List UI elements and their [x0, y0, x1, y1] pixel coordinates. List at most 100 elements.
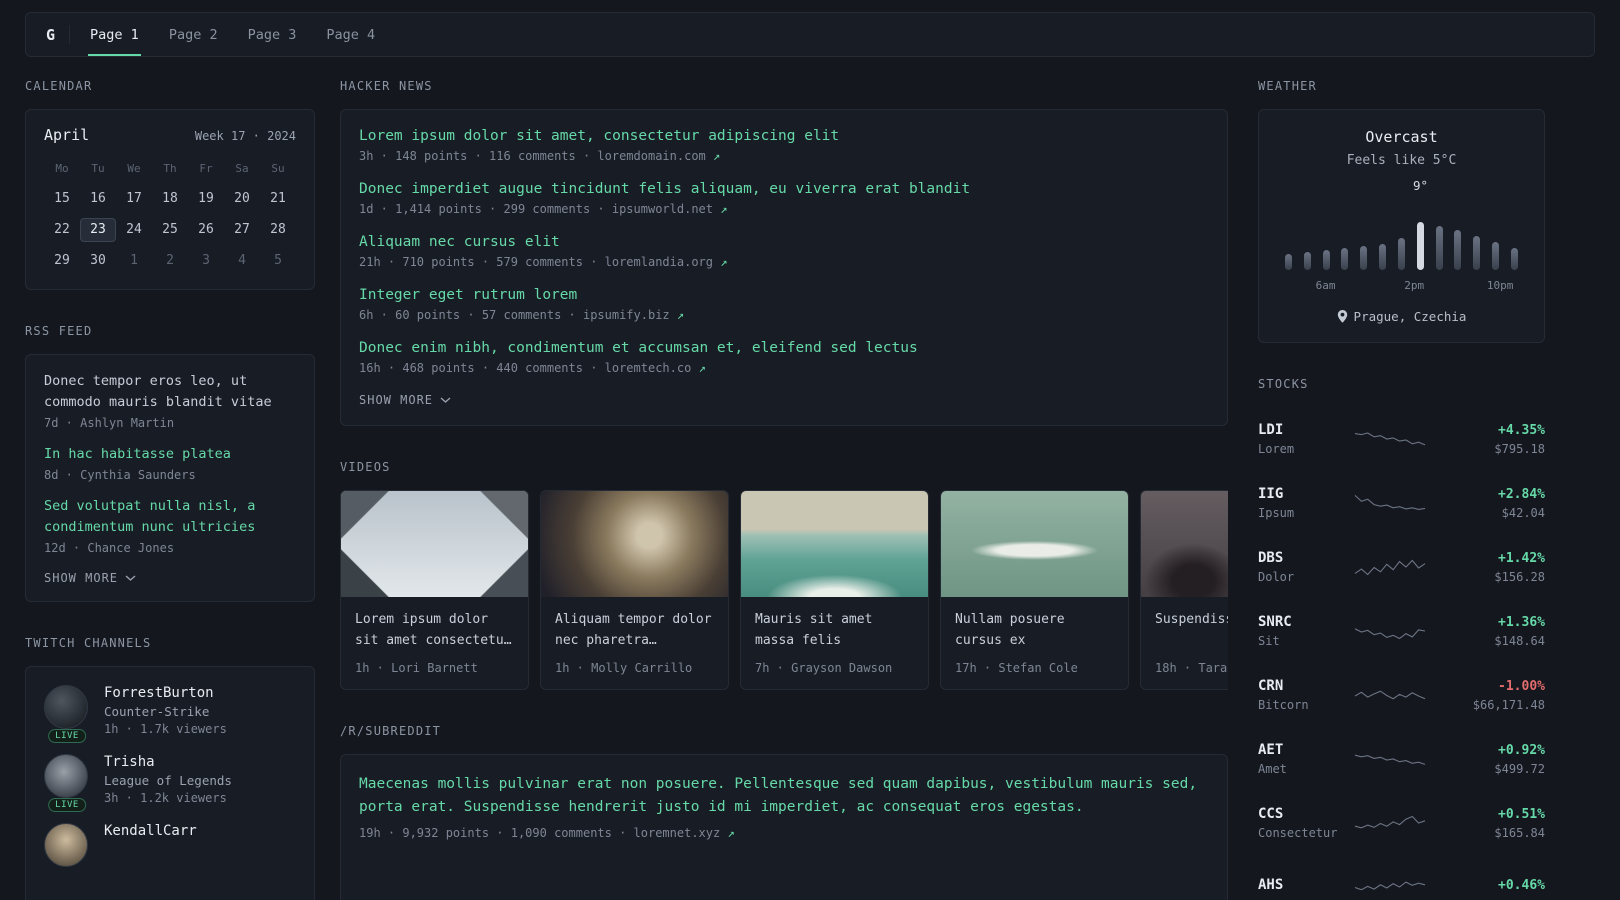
rss-item-meta: 7d · Ashlyn Martin — [44, 416, 175, 430]
stock-price: $42.04 — [1501, 505, 1545, 520]
video-body: Nullam posuere cursus ex 17h · Stefan Co… — [941, 597, 1128, 689]
calendar-day: 15 — [54, 191, 70, 206]
subreddit-post-link[interactable]: Maecenas mollis pulvinar erat non posuer… — [359, 773, 1209, 819]
stock-row[interactable]: AET Amet +0.92% $499.72 — [1258, 735, 1545, 783]
header-divider — [69, 25, 71, 44]
live-badge: LIVE — [48, 729, 86, 743]
video-body: Mauris sit amet massa felis 7h · Grayson… — [741, 597, 928, 689]
stock-sparkline — [1354, 881, 1426, 891]
weather-feels-like: Feels like 5°C — [1346, 153, 1457, 168]
weather-widget: WEATHER Overcast Feels like 5°C 9° 6am 2… — [1258, 79, 1545, 343]
stock-row[interactable]: CCS Consectetur +0.51% $165.84 — [1258, 799, 1545, 847]
video-thumbnail — [941, 491, 1128, 597]
stock-row[interactable]: AHS +0.46% — [1258, 863, 1545, 900]
hn-item-meta: 3h · 148 points · 116 comments · loremdo… — [359, 149, 721, 163]
hn-item-link[interactable]: Integer eget rutrum lorem — [359, 287, 1209, 303]
calendar-day: 19 — [198, 191, 214, 206]
middle-column: HACKER NEWS Lorem ipsum dolor sit amet, … — [340, 79, 1228, 900]
tab-page-3[interactable]: Page 3 — [246, 13, 299, 56]
external-link-icon[interactable]: ↗ — [713, 149, 720, 163]
tab-page-4[interactable]: Page 4 — [324, 13, 377, 56]
stock-ticker: LDI — [1258, 422, 1284, 438]
video-card[interactable]: Mauris sit amet massa felis 7h · Grayson… — [740, 490, 929, 690]
weather-section-title: WEATHER — [1258, 79, 1317, 93]
channel-info: ForrestBurton Counter-Strike 1h · 1.7k v… — [104, 685, 227, 736]
calendar-week-year: Week 17 · 2024 — [194, 129, 296, 143]
hn-item-link[interactable]: Lorem ipsum dolor sit amet, consectetur … — [359, 128, 1209, 144]
stock-row[interactable]: DBS Dolor +1.42% $156.28 — [1258, 543, 1545, 591]
stock-name: Lorem — [1258, 442, 1295, 456]
video-meta: 17h · Stefan Cole — [955, 661, 1078, 675]
app-logo[interactable]: G — [46, 13, 55, 56]
twitch-channel[interactable]: LIVE ForrestBurton Counter-Strike 1h · 1… — [44, 685, 296, 743]
hn-show-more-button[interactable]: SHOW MORE — [359, 393, 1209, 407]
video-card[interactable]: Nullam posuere cursus ex 17h · Stefan Co… — [940, 490, 1129, 690]
calendar-day: 18 — [162, 191, 178, 206]
channel-name: KendallCarr — [104, 823, 197, 839]
twitch-channel[interactable]: KendallCarr — [44, 823, 296, 867]
stock-row[interactable]: SNRC Sit +1.36% $148.64 — [1258, 607, 1545, 655]
show-more-label: SHOW MORE — [44, 571, 119, 585]
calendar-widget: CALENDAR April Week 17 · 2024 Mo Tu We T… — [25, 79, 315, 290]
stock-price: $795.18 — [1494, 441, 1545, 456]
external-link-icon[interactable]: ↗ — [720, 255, 727, 269]
stock-name: Ipsum — [1258, 506, 1295, 520]
video-thumbnail — [341, 491, 528, 597]
calendar-day: 28 — [270, 222, 286, 237]
stock-change: +0.51% — [1498, 806, 1545, 822]
rss-item-link[interactable]: Sed volutpat nulla nisl, a condimentum n… — [44, 496, 296, 538]
stock-sparkline — [1354, 559, 1426, 576]
time-label: 10pm — [1486, 279, 1514, 292]
stock-sparkline — [1354, 628, 1426, 640]
calendar-day-header: Mo — [55, 162, 69, 175]
tab-page-2[interactable]: Page 2 — [167, 13, 220, 56]
avatar — [44, 823, 88, 867]
hn-item-link[interactable]: Donec imperdiet augue tincidunt felis al… — [359, 181, 1209, 197]
stock-sparkline — [1354, 815, 1426, 829]
stock-row[interactable]: LDI Lorem +4.35% $795.18 — [1258, 415, 1545, 463]
stock-sparkline — [1354, 690, 1426, 700]
video-body: Aliquam tempor dolor nec pharetra… 1h · … — [541, 597, 728, 689]
external-link-icon[interactable]: ↗ — [727, 826, 734, 840]
video-thumbnail — [541, 491, 728, 597]
calendar-section-title: CALENDAR — [25, 79, 93, 93]
stock-change: +1.36% — [1498, 614, 1545, 630]
rss-item-link[interactable]: Donec tempor eros leo, ut commodo mauris… — [44, 371, 296, 413]
external-link-icon[interactable]: ↗ — [699, 361, 706, 375]
video-body: Suspendisse diam 18h · Tara — [1141, 597, 1228, 689]
stock-name: Dolor — [1258, 570, 1295, 584]
stocks-list: LDI Lorem +4.35% $795.18 IIG Ipsum +2.84… — [1258, 415, 1545, 900]
hn-item-link[interactable]: Donec enim nibh, condimentum et accumsan… — [359, 340, 1209, 356]
external-link-icon[interactable]: ↗ — [720, 202, 727, 216]
stock-row[interactable]: CRN Bitcorn -1.00% $66,171.48 — [1258, 671, 1545, 719]
videos-section-title: VIDEOS — [340, 460, 391, 474]
calendar-day: 20 — [234, 191, 250, 206]
weather-bars: 9° — [1285, 178, 1518, 270]
video-card[interactable]: Suspendisse diam 18h · Tara — [1140, 490, 1228, 690]
rss-item-link[interactable]: In hac habitasse platea — [44, 444, 296, 465]
calendar-month: April — [44, 126, 90, 144]
left-column: CALENDAR April Week 17 · 2024 Mo Tu We T… — [25, 79, 315, 900]
stock-change: +0.92% — [1498, 742, 1545, 758]
video-card[interactable]: Aliquam tempor dolor nec pharetra… 1h · … — [540, 490, 729, 690]
hn-item-link[interactable]: Aliquam nec cursus elit — [359, 234, 1209, 250]
hacker-news-widget: HACKER NEWS Lorem ipsum dolor sit amet, … — [340, 79, 1228, 426]
calendar-day: 24 — [126, 222, 142, 237]
stock-change: +0.46% — [1498, 877, 1545, 893]
tab-page-1[interactable]: Page 1 — [88, 13, 141, 56]
rss-show-more-button[interactable]: SHOW MORE — [44, 571, 296, 585]
rss-card: Donec tempor eros leo, ut commodo mauris… — [25, 354, 315, 602]
avatar-wrap — [44, 823, 90, 867]
video-title: Suspendisse diam — [1155, 612, 1228, 627]
twitch-channel[interactable]: LIVE Trisha League of Legends 3h · 1.2k … — [44, 754, 296, 812]
calendar-grid: Mo Tu We Th Fr Sa Su 15 16 17 18 19 20 2… — [44, 160, 296, 273]
rss-item-meta: 8d · Cynthia Saunders — [44, 468, 196, 482]
weather-card: Overcast Feels like 5°C 9° 6am 2pm 10pm … — [1258, 109, 1545, 343]
channel-info: KendallCarr — [104, 823, 197, 867]
stock-row[interactable]: IIG Ipsum +2.84% $42.04 — [1258, 479, 1545, 527]
calendar-day-header: Fr — [199, 162, 213, 175]
external-link-icon[interactable]: ↗ — [677, 308, 684, 322]
channel-name: ForrestBurton — [104, 685, 214, 701]
video-card[interactable]: Lorem ipsum dolor sit amet consectetu… 1… — [340, 490, 529, 690]
channel-game: League of Legends — [104, 773, 232, 788]
